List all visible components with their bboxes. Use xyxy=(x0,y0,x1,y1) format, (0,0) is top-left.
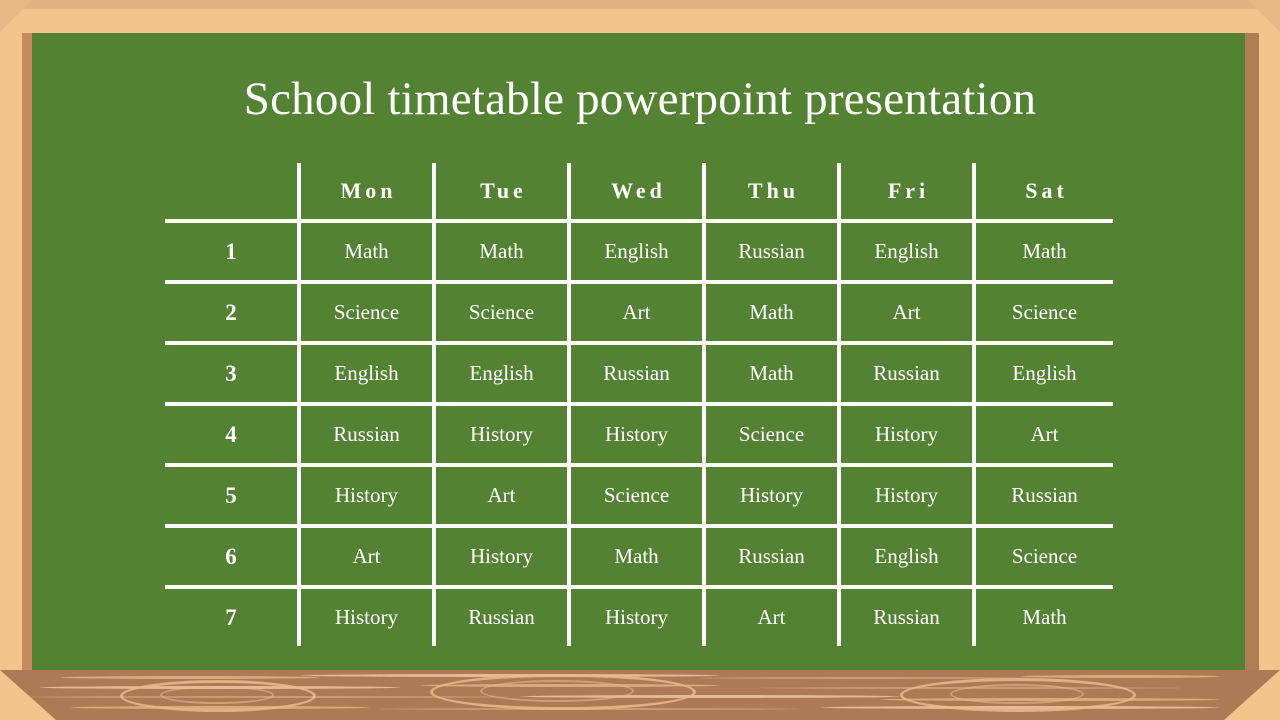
cell-mon: English xyxy=(297,343,434,406)
table-row: 3 English English Russian Math Russian E… xyxy=(165,343,1113,406)
cell-wed: English xyxy=(567,221,704,284)
chalk-ledge xyxy=(0,670,1280,720)
wood-grain-swirl xyxy=(950,684,1084,704)
cell-mon: Russian xyxy=(297,404,434,467)
cell-fri: English xyxy=(837,221,974,284)
frame-top-edge xyxy=(0,0,1280,9)
cell-tue: English xyxy=(432,343,569,406)
timetable-body: 1 Math Math English Russian English Math… xyxy=(165,221,1113,646)
wood-grain-swirl xyxy=(160,686,274,704)
cell-thu: History xyxy=(702,465,839,528)
cell-wed: Math xyxy=(567,526,704,589)
table-row: 6 Art History Math Russian English Scien… xyxy=(165,526,1113,589)
cell-sat: Science xyxy=(972,282,1113,345)
cell-thu: Math xyxy=(702,343,839,406)
row-period-number: 6 xyxy=(165,526,299,589)
cell-tue: History xyxy=(432,404,569,467)
table-row: 5 History Art Science History History Ru… xyxy=(165,465,1113,528)
row-period-number: 2 xyxy=(165,282,299,345)
wood-grain-line xyxy=(60,676,320,679)
cell-tue: Math xyxy=(432,221,569,284)
row-period-number: 7 xyxy=(225,604,237,630)
cell-sat: Math xyxy=(972,587,1113,646)
cell-sat: English xyxy=(972,343,1113,406)
column-header-tue: Tue xyxy=(432,163,569,223)
cell-wed: Science xyxy=(567,465,704,528)
row-period-number: 3 xyxy=(165,343,299,406)
cell-mon: Math xyxy=(297,221,434,284)
cell-thu: Science xyxy=(702,404,839,467)
cell-sat: Science xyxy=(972,526,1113,589)
table-row: 2 Science Science Art Math Art Science xyxy=(165,282,1113,345)
cell-fri: History xyxy=(837,465,974,528)
timetable-header: Mon Tue Wed Thu Fri Sat xyxy=(165,163,1113,223)
cell-tue: Russian xyxy=(432,587,569,646)
cell-mon: History xyxy=(297,587,434,646)
cell-fri: History xyxy=(837,404,974,467)
cell-sat: Art xyxy=(972,404,1113,467)
cell-wed: History xyxy=(567,587,704,646)
table-row: 7 History Russian History Art Russian Ma… xyxy=(165,587,1113,646)
column-header-sat: Sat xyxy=(972,163,1113,223)
cell-mon: History xyxy=(297,465,434,528)
timetable: Mon Tue Wed Thu Fri Sat 1 Math Math Engl… xyxy=(165,163,1113,646)
cell-wed: Art xyxy=(567,282,704,345)
cell-tue: Art xyxy=(432,465,569,528)
cell-thu: Math xyxy=(702,282,839,345)
cell-sat: Russian xyxy=(972,465,1113,528)
cell-wed: History xyxy=(567,404,704,467)
cell-tue: History xyxy=(432,526,569,589)
slide-canvas: School timetable powerpoint presentation… xyxy=(0,0,1280,720)
table-header-row: Mon Tue Wed Thu Fri Sat xyxy=(165,163,1113,223)
table-row: 4 Russian History History Science Histor… xyxy=(165,404,1113,467)
cell-tue: Science xyxy=(432,282,569,345)
page-title: School timetable powerpoint presentation xyxy=(243,73,1037,125)
ledge-end-left xyxy=(0,670,56,720)
ledge-end-right xyxy=(1224,670,1280,720)
cell-thu: Art xyxy=(702,587,839,646)
cell-wed: Russian xyxy=(567,343,704,406)
column-header-thu: Thu xyxy=(702,163,839,223)
column-header-period xyxy=(165,163,299,223)
cell-mon: Science xyxy=(297,282,434,345)
column-header-mon: Mon xyxy=(297,163,434,223)
cell-sat: Math xyxy=(972,221,1113,284)
frame-bevel-left xyxy=(22,33,32,670)
cell-fri: Art xyxy=(837,282,974,345)
wood-grain-swirl xyxy=(480,680,634,702)
cell-fri: English xyxy=(837,526,974,589)
cell-thu: Russian xyxy=(702,526,839,589)
row-period-number: 4 xyxy=(165,404,299,467)
column-header-wed: Wed xyxy=(567,163,704,223)
cell-fri: Russian xyxy=(837,587,974,646)
cell-mon: Art xyxy=(297,526,434,589)
wood-grain-line xyxy=(1020,675,1220,678)
cell-thu: Russian xyxy=(702,221,839,284)
row-period-number: 1 xyxy=(165,221,299,284)
table-row: 1 Math Math English Russian English Math xyxy=(165,221,1113,284)
column-header-fri: Fri xyxy=(837,163,974,223)
cell-fri: Russian xyxy=(837,343,974,406)
frame-bevel-right xyxy=(1245,33,1259,670)
row-period-number: 5 xyxy=(165,465,299,528)
